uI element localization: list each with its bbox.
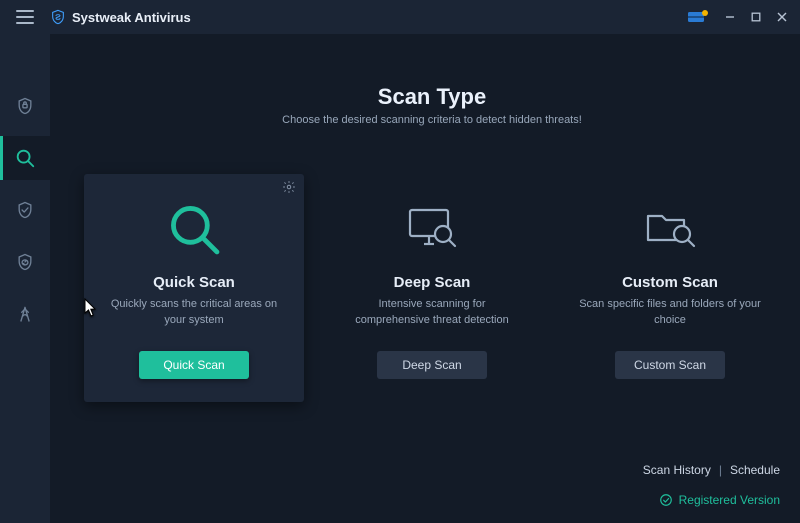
hamburger-menu-button[interactable] [0, 0, 50, 34]
deep-scan-button[interactable]: Deep Scan [377, 351, 487, 379]
page-header: Scan Type Choose the desired scanning cr… [84, 84, 780, 126]
separator: | [719, 463, 722, 477]
offer-badge-icon[interactable] [686, 9, 710, 25]
sidebar-item-web[interactable] [0, 240, 50, 284]
app-logo-icon [50, 9, 66, 25]
maximize-button[interactable] [744, 5, 768, 29]
app-title: Systweak Antivirus [72, 10, 191, 25]
minimize-button[interactable] [718, 5, 742, 29]
scan-history-link[interactable]: Scan History [643, 463, 711, 477]
quick-scan-title: Quick Scan [153, 274, 235, 291]
scan-cards-row: Quick Scan Quickly scans the critical ar… [84, 174, 780, 402]
deep-scan-desc: Intensive scanning for comprehensive thr… [336, 297, 528, 329]
app-body: Scan Type Choose the desired scanning cr… [0, 34, 800, 523]
custom-scan-title: Custom Scan [622, 274, 718, 291]
sidebar-item-protection[interactable] [0, 84, 50, 128]
sidebar [0, 34, 50, 523]
main-content: Scan Type Choose the desired scanning cr… [50, 34, 800, 523]
app-brand: Systweak Antivirus [50, 9, 191, 25]
app-window: Systweak Antivirus [0, 0, 800, 523]
custom-scan-button[interactable]: Custom Scan [615, 351, 725, 379]
custom-scan-card[interactable]: Custom Scan Scan specific files and fold… [560, 174, 780, 402]
registered-status: Registered Version [659, 493, 780, 507]
sidebar-item-tools[interactable] [0, 292, 50, 336]
quick-scan-settings-button[interactable] [282, 180, 296, 199]
page-subtitle: Choose the desired scanning criteria to … [84, 114, 780, 126]
deep-scan-title: Deep Scan [394, 274, 471, 291]
check-circle-icon [659, 493, 673, 507]
schedule-link[interactable]: Schedule [730, 463, 780, 477]
registered-label: Registered Version [679, 493, 780, 507]
sidebar-item-quarantine[interactable] [0, 188, 50, 232]
quick-scan-card[interactable]: Quick Scan Quickly scans the critical ar… [84, 174, 304, 402]
quick-scan-button[interactable]: Quick Scan [139, 351, 249, 379]
quick-scan-desc: Quickly scans the critical areas on your… [98, 297, 290, 329]
footer-links: Scan History | Schedule [643, 463, 780, 477]
quick-scan-icon [165, 198, 223, 260]
close-button[interactable] [770, 5, 794, 29]
deep-scan-card[interactable]: Deep Scan Intensive scanning for compreh… [322, 174, 542, 402]
page-title: Scan Type [84, 84, 780, 110]
sidebar-item-scan[interactable] [0, 136, 50, 180]
titlebar-controls [686, 5, 800, 29]
deep-scan-icon [404, 198, 460, 260]
custom-scan-desc: Scan specific files and folders of your … [574, 297, 766, 329]
custom-scan-icon [642, 198, 698, 260]
titlebar: Systweak Antivirus [0, 0, 800, 34]
